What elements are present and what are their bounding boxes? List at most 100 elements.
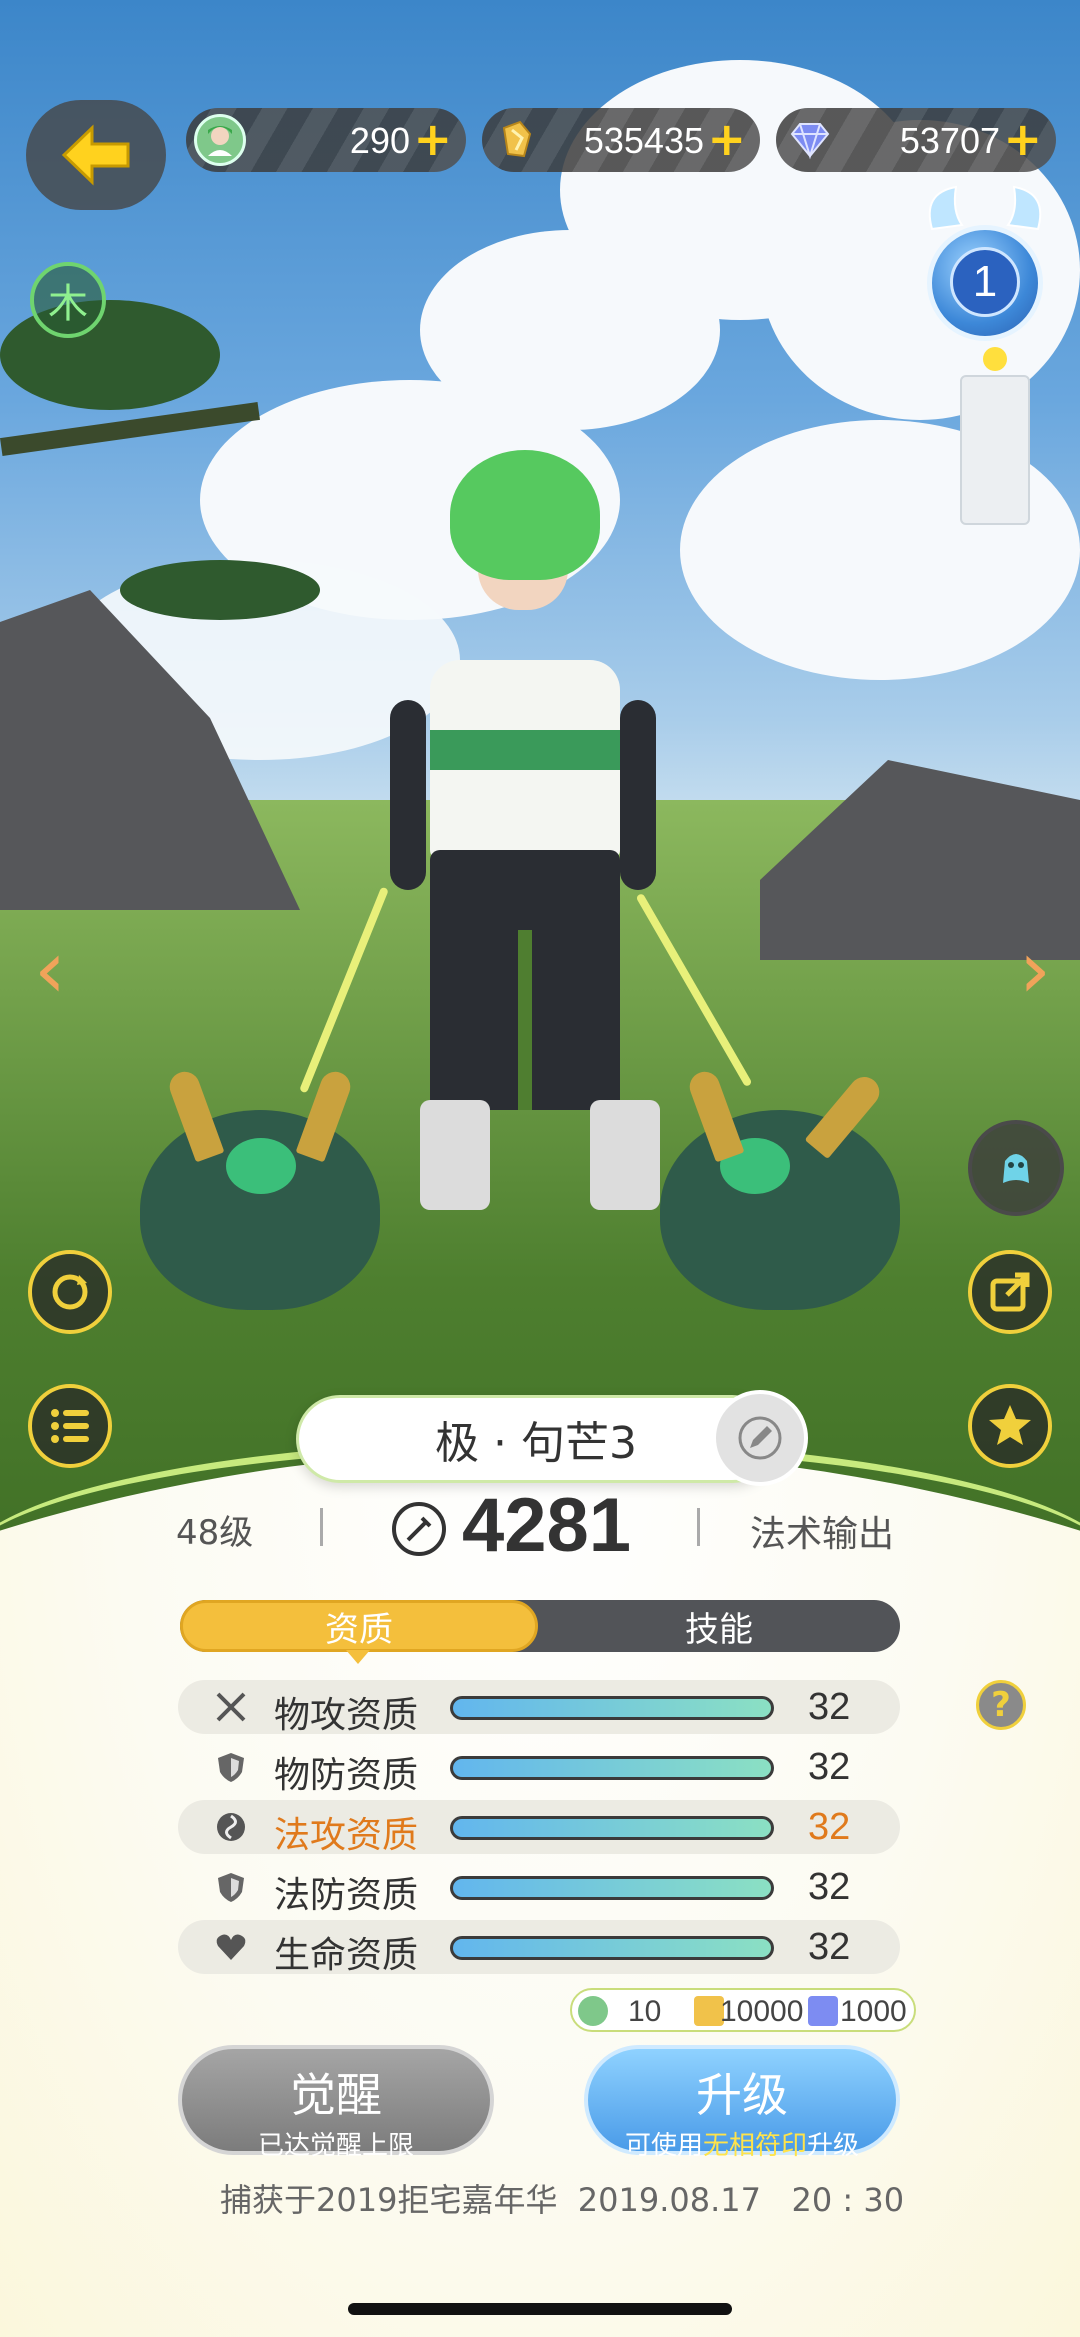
pet-avatar-button[interactable]	[968, 1120, 1064, 1216]
tab-aptitude[interactable]: 资质	[180, 1600, 538, 1652]
rotate-button[interactable]	[28, 1250, 112, 1334]
tab-pointer	[346, 1650, 370, 1664]
upgrade-subtitle-post: 升级	[807, 2131, 860, 2161]
bell-bead	[983, 347, 1007, 371]
stat-label: 法攻资质	[274, 1815, 419, 1856]
stat-bar-fill	[453, 1939, 771, 1957]
element-wood-badge[interactable]: 木	[30, 262, 106, 338]
combat-power-value: 4281	[462, 1483, 632, 1568]
character-level: 48级	[176, 1513, 254, 1553]
cost-gold: 10000	[720, 1995, 804, 2028]
stat-value: 32	[808, 1686, 851, 1728]
upgrade-subtitle: 可使用无相符印升级	[588, 2125, 896, 2162]
stat-row-magic-defense: 法防资质 32	[178, 1860, 900, 1916]
upgrade-title: 升级	[696, 2068, 788, 2122]
character-shirt-stripe	[430, 730, 620, 770]
edit-pencil-icon	[738, 1416, 782, 1460]
avatar-token-icon	[194, 114, 246, 166]
awaken-title: 觉醒	[290, 2068, 382, 2122]
next-character-arrow[interactable]: ›	[1005, 930, 1065, 1010]
stat-value: 32	[808, 1926, 851, 1968]
character-arm	[620, 700, 656, 890]
bell-count-badge: 1	[950, 247, 1020, 317]
cost-token: 10	[628, 1995, 662, 2028]
list-icon	[51, 1409, 89, 1443]
character-leg-gap	[518, 930, 532, 1110]
gold-crystal-icon	[490, 114, 542, 166]
character-name: 极 · 句芒3	[296, 1395, 776, 1483]
bell-charm[interactable]: 1	[922, 185, 1060, 525]
stat-bar	[450, 1936, 774, 1960]
resource-gold-value: 535435	[583, 120, 704, 161]
arrow-left-icon	[61, 124, 130, 186]
stat-row-phys-attack: 物攻资质 32	[178, 1680, 900, 1736]
favorite-button[interactable]	[968, 1384, 1052, 1468]
character-hair	[450, 450, 600, 580]
stat-bar-fill	[453, 1879, 771, 1897]
tab-skills[interactable]: 技能	[540, 1600, 898, 1652]
resource-token-value: 290	[349, 120, 410, 161]
avatar-token-icon	[578, 1996, 608, 2026]
character-arm	[390, 700, 426, 890]
detail-tabs: 资质 技能	[180, 1600, 900, 1652]
upgrade-subtitle-pre: 可使用	[624, 2131, 703, 2161]
share-button[interactable]	[968, 1250, 1052, 1334]
stat-bar	[450, 1696, 774, 1720]
character-boot	[590, 1100, 660, 1210]
pet-creature-right	[660, 1110, 900, 1310]
upgrade-subtitle-item: 无相符印	[702, 2131, 807, 2161]
crossed-swords-icon	[216, 1692, 246, 1722]
pet-ghost-icon	[1003, 1154, 1029, 1183]
stat-bar	[450, 1756, 774, 1780]
character-role: 法术输出	[750, 1514, 895, 1555]
stat-row-phys-defense: 物防资质 32	[178, 1740, 900, 1796]
resource-diamond[interactable]: 53707 +	[776, 108, 1056, 172]
stat-value: 32	[808, 1866, 851, 1908]
stat-bar-fill	[453, 1819, 771, 1837]
rotate-icon	[52, 1274, 88, 1310]
divider	[697, 1508, 700, 1546]
awaken-button[interactable]: 觉醒 已达觉醒上限	[178, 2045, 494, 2161]
stat-value: 32	[808, 1746, 851, 1788]
pet-creature-left	[140, 1110, 380, 1310]
awaken-subtitle: 已达觉醒上限	[257, 2131, 414, 2161]
rename-button[interactable]	[712, 1390, 808, 1486]
stat-bar	[450, 1876, 774, 1900]
magic-orb-icon	[217, 1813, 245, 1841]
pet-emblem	[226, 1138, 296, 1194]
diamond-icon	[784, 114, 836, 166]
back-button[interactable]	[26, 100, 166, 210]
share-icon	[990, 1272, 1030, 1312]
star-icon	[989, 1405, 1031, 1445]
resource-diamond-value: 53707	[899, 120, 1000, 161]
stat-row-magic-attack: 法攻资质 32	[178, 1800, 900, 1856]
stat-bar-fill	[453, 1759, 771, 1777]
capture-info: 捕获于2019拒宅嘉年华 2019.08.17 20 : 30	[220, 2181, 905, 2219]
help-button[interactable]: ?	[976, 1680, 1026, 1730]
shield-icon	[218, 1873, 244, 1902]
resource-gold-add-button[interactable]: +	[707, 112, 746, 166]
character-boot	[420, 1100, 490, 1210]
resource-diamond-add-button[interactable]: +	[1003, 112, 1042, 166]
prev-character-arrow[interactable]: ‹	[20, 930, 80, 1010]
shield-icon	[218, 1753, 244, 1782]
stat-row-hp: 生命资质 32	[178, 1920, 900, 1976]
stat-bar	[450, 1816, 774, 1840]
upgrade-button[interactable]: 升级 可使用无相符印升级	[584, 2045, 900, 2161]
home-indicator[interactable]	[348, 2303, 732, 2315]
resource-token[interactable]: 290 +	[186, 108, 466, 172]
upgrade-cost: 10 10000 1000	[570, 1988, 916, 2032]
stat-value: 32	[808, 1806, 851, 1848]
stat-label: 物攻资质	[274, 1695, 419, 1736]
heart-icon	[216, 1934, 246, 1960]
divider	[320, 1508, 323, 1546]
combat-power-icon	[392, 1502, 446, 1556]
stat-label: 法防资质	[274, 1875, 419, 1916]
talisman-icon	[960, 375, 1030, 525]
diamond-icon	[808, 1996, 838, 2026]
resource-token-add-button[interactable]: +	[413, 112, 452, 166]
cost-diamond: 1000	[840, 1995, 907, 2028]
stat-label: 生命资质	[274, 1935, 419, 1976]
menu-list-button[interactable]	[28, 1384, 112, 1468]
resource-gold[interactable]: 535435 +	[482, 108, 760, 172]
